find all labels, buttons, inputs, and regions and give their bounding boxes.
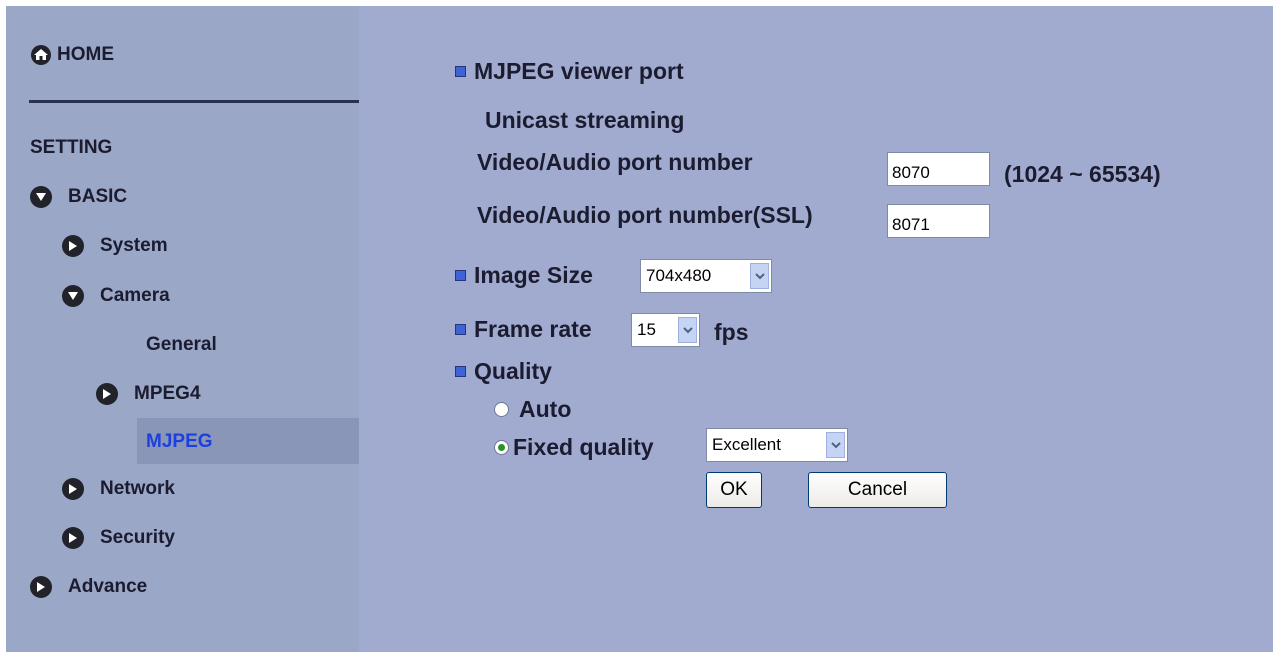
bullet-icon: [455, 324, 466, 335]
collapsed-arrow-icon: [30, 576, 52, 598]
frame-rate-select[interactable]: 15: [631, 313, 700, 347]
fps-label: fps: [714, 319, 749, 345]
sidebar-item-mpeg4[interactable]: MPEG4: [96, 383, 201, 405]
bullet-icon: [455, 270, 466, 281]
collapsed-arrow-icon: [62, 235, 84, 257]
page-frame: HOME SETTING BASIC System Camera General…: [6, 6, 1273, 652]
quality-auto-option[interactable]: Auto: [494, 396, 571, 423]
ok-button[interactable]: OK: [706, 472, 762, 508]
collapsed-arrow-icon: [62, 527, 84, 549]
quality-fixed-option[interactable]: Fixed quality: [494, 434, 654, 461]
cancel-button[interactable]: Cancel: [808, 472, 947, 508]
sidebar-item-label: General: [146, 334, 217, 355]
port-number-input[interactable]: [887, 152, 990, 186]
sidebar: HOME SETTING BASIC System Camera General…: [6, 6, 359, 652]
main-panel: MJPEG viewer port Unicast streaming Vide…: [359, 6, 1273, 652]
fixed-quality-select[interactable]: Excellent: [706, 428, 848, 462]
bullet-icon: [455, 366, 466, 377]
sidebar-item-general[interactable]: General: [146, 334, 217, 356]
sidebar-item-label: MPEG4: [134, 383, 201, 404]
select-value: Excellent: [712, 435, 781, 454]
auto-label: Auto: [519, 396, 572, 422]
sidebar-item-security[interactable]: Security: [62, 527, 175, 549]
image-size-label: Image Size: [474, 262, 593, 288]
expanded-arrow-icon: [62, 285, 84, 307]
image-size-select[interactable]: 704x480: [640, 259, 772, 293]
frame-rate-label: Frame rate: [474, 316, 592, 342]
ssl-port-input[interactable]: [887, 204, 990, 238]
sidebar-item-label: MJPEG: [146, 431, 213, 452]
viewer-port-section: MJPEG viewer port: [455, 58, 684, 85]
sidebar-item-advance[interactable]: Advance: [30, 576, 147, 598]
sidebar-item-mjpeg[interactable]: MJPEG: [146, 431, 213, 453]
chevron-down-icon[interactable]: [678, 317, 697, 343]
fixed-quality-label: Fixed quality: [513, 434, 654, 460]
sidebar-item-system[interactable]: System: [62, 235, 168, 257]
chevron-down-icon[interactable]: [826, 432, 845, 458]
select-value: 704x480: [646, 266, 712, 285]
quality-label: Quality: [474, 358, 552, 384]
select-value: 15: [637, 320, 656, 339]
home-icon: [31, 45, 51, 65]
sidebar-item-network[interactable]: Network: [62, 478, 175, 500]
sidebar-item-basic[interactable]: BASIC: [30, 186, 127, 208]
sidebar-item-label: Security: [100, 527, 175, 548]
home-link[interactable]: HOME: [30, 44, 114, 66]
sidebar-item-camera[interactable]: Camera: [62, 285, 170, 307]
frame-rate-row: Frame rate: [455, 316, 592, 343]
collapsed-arrow-icon: [96, 383, 118, 405]
chevron-down-icon[interactable]: [750, 263, 769, 289]
sidebar-item-label: Network: [100, 478, 175, 499]
bullet-icon: [455, 66, 466, 77]
sidebar-item-label: System: [100, 235, 168, 256]
section-title: MJPEG viewer port: [474, 58, 684, 84]
image-size-row: Image Size: [455, 262, 593, 289]
port-number-label: Video/Audio port number: [477, 149, 753, 175]
collapsed-arrow-icon: [62, 478, 84, 500]
sidebar-item-label: Camera: [100, 285, 170, 306]
setting-label: SETTING: [30, 137, 113, 158]
divider: [29, 100, 359, 103]
ssl-port-label: Video/Audio port number(SSL): [477, 202, 813, 228]
sidebar-item-label: Advance: [68, 576, 148, 597]
radio-selected-dot: [498, 444, 505, 451]
expanded-arrow-icon: [30, 186, 52, 208]
sidebar-item-label: BASIC: [68, 186, 128, 207]
setting-heading: SETTING: [30, 137, 112, 159]
unicast-label: Unicast streaming: [485, 107, 685, 133]
home-label: HOME: [57, 44, 114, 65]
radio-auto[interactable]: [494, 402, 509, 417]
radio-fixed[interactable]: [494, 440, 509, 455]
quality-row: Quality: [455, 358, 552, 385]
port-range-label: (1024 ~ 65534): [1004, 161, 1161, 187]
